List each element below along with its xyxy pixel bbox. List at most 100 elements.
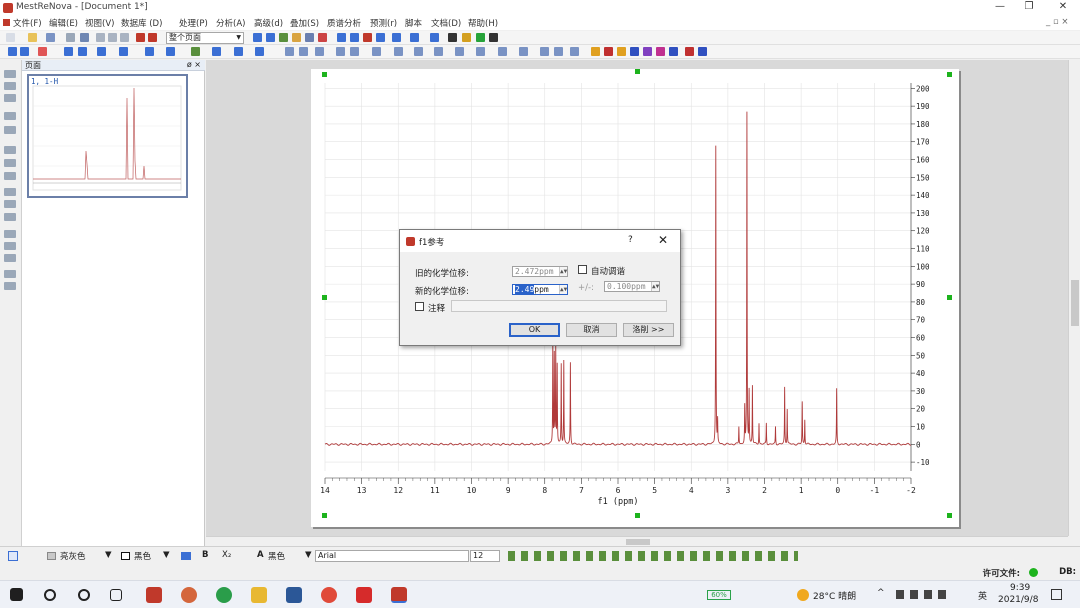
menu-advanced[interactable]: 高级(d) (254, 17, 283, 29)
ellipse-icon[interactable] (554, 47, 563, 56)
grid-icon[interactable] (4, 282, 16, 290)
font-color-icon[interactable]: A (257, 550, 264, 560)
font-family-select[interactable]: Arial (315, 550, 469, 562)
fid-icon[interactable] (64, 47, 73, 56)
chevron-down-icon[interactable]: ▼ (163, 550, 170, 560)
settings-icon[interactable] (4, 230, 16, 238)
color1-icon[interactable] (591, 47, 600, 56)
resize-handle-tr[interactable] (947, 72, 952, 77)
star-icon[interactable] (392, 33, 401, 42)
subscript-button[interactable]: X₂ (222, 550, 231, 560)
select-icon[interactable] (434, 47, 443, 56)
page-thumbnail[interactable]: 1, 1-H (27, 74, 188, 198)
open-icon[interactable] (28, 33, 37, 42)
app3-icon[interactable] (216, 587, 232, 603)
text-icon[interactable] (498, 47, 507, 56)
cut-icon[interactable] (96, 33, 105, 42)
integrate-tool-icon[interactable] (166, 47, 175, 56)
menu-help[interactable]: 帮助(H) (468, 17, 498, 29)
peak-pick-icon[interactable] (145, 47, 154, 56)
mestrenova-taskbar-icon[interactable] (391, 587, 407, 603)
scale-icon[interactable] (4, 254, 16, 262)
vertical-scrollbar[interactable] (1068, 60, 1080, 536)
zoom-out-icon[interactable] (266, 33, 275, 42)
tools-icon[interactable] (4, 200, 16, 208)
ring-icon[interactable] (350, 47, 359, 56)
layers-icon[interactable] (4, 94, 16, 102)
molecule-icon[interactable] (315, 47, 324, 56)
auto-tune-checkbox[interactable] (578, 265, 587, 274)
color6-icon[interactable] (656, 47, 665, 56)
crosshair-icon[interactable] (318, 33, 327, 42)
fit-icon[interactable] (279, 33, 288, 42)
play-icon[interactable] (476, 33, 485, 42)
refresh-icon[interactable] (305, 33, 314, 42)
word-icon[interactable] (286, 587, 302, 603)
menu-database[interactable]: 数据库 (D) (121, 17, 162, 29)
color5-icon[interactable] (643, 47, 652, 56)
bar-icon[interactable] (337, 33, 346, 42)
line-icon[interactable] (519, 47, 528, 56)
zoom-in-icon[interactable] (253, 33, 262, 42)
font-size-select[interactable]: 12 (470, 550, 500, 562)
close-button[interactable]: ✕ (1048, 1, 1078, 15)
line-color-swatch[interactable] (121, 552, 130, 560)
notification-icon[interactable] (1051, 589, 1062, 600)
resize-handle-l[interactable] (322, 295, 327, 300)
pages-panel-controls[interactable]: ø × (187, 60, 201, 69)
color4-icon[interactable] (630, 47, 639, 56)
color3-icon[interactable] (617, 47, 626, 56)
battery-indicator[interactable]: 60% (707, 590, 731, 600)
bar2-icon[interactable] (350, 33, 359, 42)
cancel-button[interactable]: 取消 (566, 323, 617, 337)
nmr-mode-icon[interactable] (38, 47, 47, 56)
charge-icon[interactable] (394, 47, 403, 56)
select-region-icon[interactable] (4, 112, 16, 120)
chrome-icon[interactable] (321, 587, 337, 603)
redo-icon[interactable] (148, 33, 157, 42)
add-icon[interactable] (4, 213, 16, 221)
print-icon[interactable] (66, 33, 75, 42)
integrate-icon[interactable] (410, 33, 419, 42)
fit-tool-icon[interactable] (212, 47, 221, 56)
polygon-icon[interactable] (570, 47, 579, 56)
advanced-button[interactable]: 洛削 >> (623, 323, 674, 337)
resize-handle-br[interactable] (947, 513, 952, 518)
rectangle-icon[interactable] (540, 47, 549, 56)
eraser-icon[interactable] (455, 47, 464, 56)
mdi-controls[interactable]: _ ▫ × (1046, 17, 1069, 27)
horizontal-scrollbar-thumb[interactable] (626, 539, 650, 545)
undo-icon[interactable] (136, 33, 145, 42)
fill-color-swatch[interactable] (47, 552, 56, 560)
chain-icon[interactable] (372, 47, 381, 56)
stop-square-icon[interactable] (489, 33, 498, 42)
spinner-arrows-icon[interactable]: ▲▼ (559, 285, 567, 294)
bond-icon[interactable] (336, 47, 345, 56)
horizontal-scrollbar[interactable] (206, 536, 1068, 546)
clock-date[interactable]: 2021/9/8 (998, 595, 1038, 605)
table-icon[interactable] (285, 47, 294, 56)
minimize-button[interactable]: — (985, 1, 1015, 15)
show-hidden-icons-icon[interactable]: ^ (877, 588, 885, 598)
maximize-button[interactable]: ❐ (1014, 1, 1044, 15)
file-explorer-icon[interactable] (251, 587, 267, 603)
chevron-down-icon[interactable]: ▼ (105, 550, 112, 560)
windows-start-icon[interactable] (10, 588, 23, 601)
save-icon[interactable] (46, 33, 55, 42)
tree-icon[interactable] (4, 82, 16, 90)
multiplet-tool-icon[interactable] (191, 47, 200, 56)
pan-icon[interactable] (292, 33, 301, 42)
reference-icon[interactable] (119, 47, 128, 56)
search-icon[interactable] (44, 589, 56, 601)
baseline-icon[interactable] (97, 47, 106, 56)
menu-file[interactable]: 文件(F) (13, 17, 42, 29)
script-icon[interactable] (462, 33, 471, 42)
note-checkbox[interactable] (415, 302, 424, 311)
resize-handle-b[interactable] (635, 513, 640, 518)
copy-icon[interactable] (108, 33, 117, 42)
peak2-icon[interactable] (376, 33, 385, 42)
app2-icon[interactable] (181, 587, 197, 603)
font-color-label[interactable]: 黑色 (268, 550, 285, 562)
frame-icon[interactable] (4, 172, 16, 180)
vertical-scrollbar-thumb[interactable] (1071, 280, 1079, 326)
